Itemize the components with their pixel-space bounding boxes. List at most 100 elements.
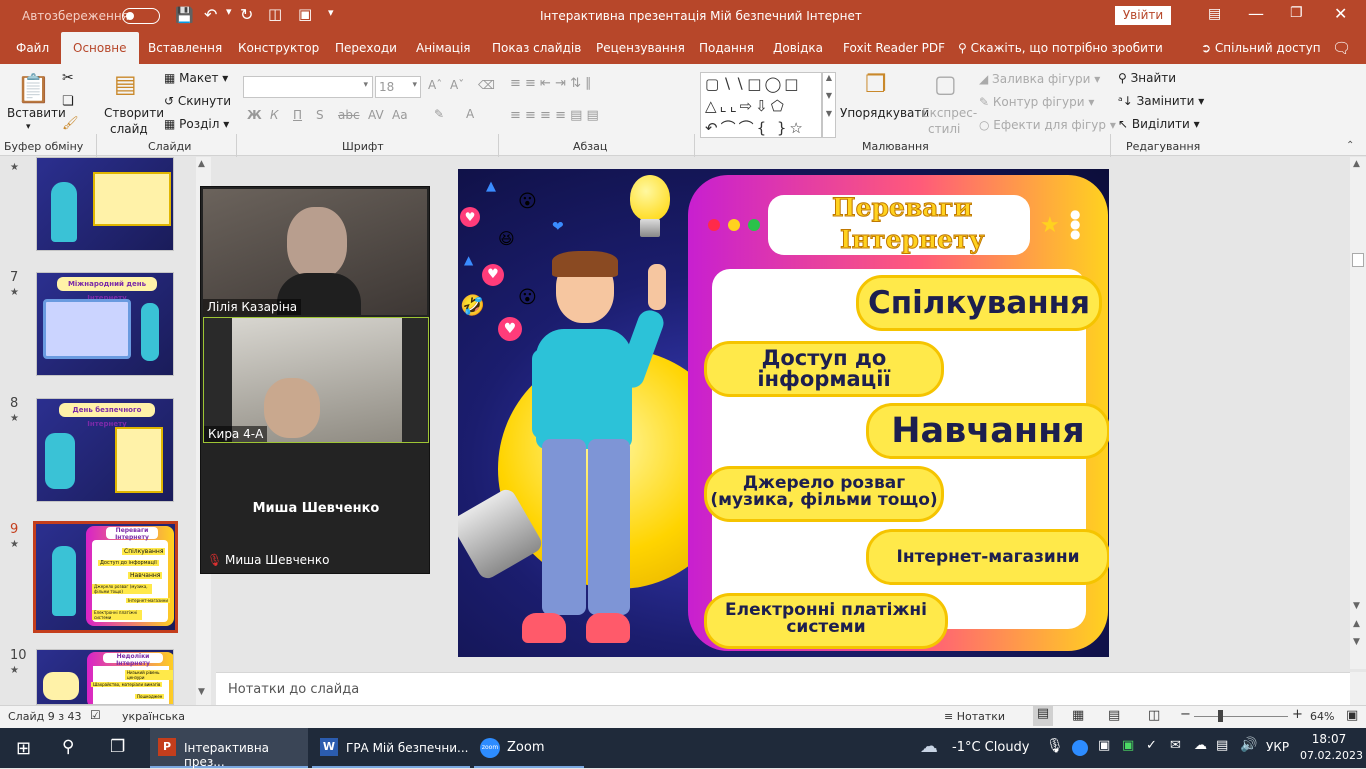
fit-to-window-icon[interactable]: ▣	[1346, 708, 1358, 723]
taskbar-app-zoom[interactable]: zoom Zoom	[474, 728, 584, 768]
new-slide-icon[interactable]: ▤	[114, 70, 137, 98]
char-spacing-icon[interactable]: AV	[368, 108, 384, 122]
zoom-slider-thumb[interactable]	[1218, 710, 1223, 722]
close-icon[interactable]: ✕	[1334, 4, 1347, 23]
thumbnail-slide-8[interactable]: День безпечного Інтернету	[36, 398, 174, 502]
task-view-icon[interactable]: ❐	[110, 737, 125, 757]
previous-slide-icon[interactable]: ▲	[1353, 619, 1360, 629]
layout-button[interactable]: ▦ Макет ▾	[164, 71, 228, 85]
cut-icon[interactable]: ✂	[62, 70, 74, 86]
tab-insert[interactable]: Вставлення	[148, 32, 222, 64]
bubble-learning[interactable]: Навчання	[866, 403, 1109, 459]
tab-file[interactable]: Файл	[16, 32, 49, 64]
video-tile-2[interactable]: Кира 4-А	[203, 317, 429, 443]
tab-view[interactable]: Подання	[699, 32, 754, 64]
shape-fill-button[interactable]: ◢ Заливка фігури ▾	[979, 72, 1100, 86]
tab-home[interactable]: Основне	[61, 32, 139, 64]
find-button[interactable]: ⚲ Знайти	[1118, 71, 1176, 85]
comments-icon[interactable]: 🗨	[1332, 32, 1351, 64]
tab-slideshow[interactable]: Показ слайдів	[492, 32, 581, 64]
share-button[interactable]: ➲ Спільний доступ	[1201, 32, 1321, 64]
network-icon[interactable]: ▤	[1216, 738, 1228, 753]
scroll-up-icon[interactable]: ▲	[1353, 159, 1360, 169]
scroll-up-icon[interactable]: ▲	[198, 159, 205, 169]
slide-title-line-2[interactable]: Інтернету	[840, 225, 986, 255]
spellcheck-icon[interactable]: ☑	[90, 708, 101, 722]
highlight-icon[interactable]: ✎	[434, 107, 444, 121]
search-icon[interactable]: ⚲	[62, 737, 74, 757]
clock-date[interactable]: 07.02.2023	[1300, 749, 1363, 762]
select-button[interactable]: ↖ Виділити ▾	[1118, 117, 1200, 131]
taskbar-app-word[interactable]: W ГРА Мій безпечни...	[312, 728, 470, 768]
tray-icon[interactable]: ✉	[1170, 738, 1181, 753]
grow-font-icon[interactable]: Aˆ	[428, 78, 442, 92]
tab-review[interactable]: Рецензування	[596, 32, 685, 64]
zoom-slider[interactable]	[1194, 716, 1288, 717]
zoom-video-panel[interactable]: Лілія Казаріна Кира 4-А Миша Шевченко 🎙 …	[200, 186, 430, 574]
cloud-icon[interactable]: ☁	[920, 736, 938, 757]
scroll-thumb[interactable]	[1352, 253, 1364, 267]
bubble-payment-systems[interactable]: Електронні платіжні системи	[704, 593, 948, 649]
redo-icon[interactable]: ↻	[240, 5, 253, 24]
collapse-ribbon-icon[interactable]: ⌃	[1346, 140, 1354, 151]
bubble-entertainment[interactable]: Джерело розваг (музика, фільми тощо)	[704, 466, 944, 522]
font-size-combo[interactable]: 18 ▾	[375, 76, 421, 98]
tab-foxit[interactable]: Foxit Reader PDF	[843, 32, 945, 64]
zoom-level[interactable]: 64%	[1310, 710, 1334, 723]
autosave-toggle[interactable]	[122, 8, 160, 24]
bubble-communication[interactable]: Спілкування	[856, 275, 1102, 331]
arrange-button[interactable]: Упорядкувати	[840, 106, 929, 120]
reset-button[interactable]: ↺ Скинути	[164, 94, 231, 108]
tab-transitions[interactable]: Переходи	[335, 32, 397, 64]
sign-in-button[interactable]: Увійти	[1115, 6, 1171, 25]
font-color-icon[interactable]: A	[466, 107, 474, 121]
shapes-gallery-scroll[interactable]: ▲ ▼ ▼	[822, 72, 836, 138]
bullets-icon[interactable]: ≡ ≡ ⇤ ⇥ ⇅ ∥	[510, 76, 592, 91]
weather-text[interactable]: -1°C Cloudy	[952, 740, 1030, 755]
slide-canvas[interactable]: ♥ 😮 😆 ♥ 🤣 😮 ♥ ❤ ▲ ▲ Переваги Інтернету ★…	[458, 169, 1109, 657]
font-name-combo[interactable]: ▾	[243, 76, 373, 98]
tray-icon[interactable]: ✓	[1146, 738, 1157, 753]
slideshow-view-icon[interactable]: ◫	[1148, 708, 1160, 723]
restore-icon[interactable]: ❐	[1290, 5, 1303, 21]
thumbnail-slide-10[interactable]: Недоліки Інтернету Низький рівень цензур…	[36, 649, 174, 705]
align-icons[interactable]: ≡ ≡ ≡ ≡ ▤ ▤	[510, 108, 599, 123]
notes-pane[interactable]: Нотатки до слайда	[216, 672, 1350, 705]
thumbnail-slide-6[interactable]	[36, 157, 174, 251]
editor-scrollbar[interactable]: ▲ ▼ ▲ ▼	[1350, 157, 1366, 669]
windows-start-icon[interactable]: ⊞	[16, 738, 31, 759]
shape-outline-button[interactable]: ✎ Контур фігури ▾	[979, 95, 1094, 109]
shapes-gallery[interactable]: ▢∖∖□◯□ △⌞⌞⇨⇩⬠ ↶⌒⌒{ }☆	[700, 72, 822, 138]
thumbnail-slide-9[interactable]: Переваги Інтернету Спілкування Доступ до…	[33, 521, 178, 633]
tab-animations[interactable]: Анімація	[416, 32, 471, 64]
undo-dropdown-icon[interactable]: ▾	[226, 5, 232, 18]
save-icon[interactable]: 💾	[175, 6, 194, 24]
new-slide-button[interactable]: Створити	[104, 106, 164, 120]
shrink-font-icon[interactable]: Aˇ	[450, 78, 464, 92]
paste-icon[interactable]: 📋	[16, 72, 51, 105]
bubble-online-shops[interactable]: Інтернет-магазини	[866, 529, 1109, 585]
strikethrough-icon[interactable]: abc	[338, 108, 360, 122]
tray-icon[interactable]: ▣	[1098, 738, 1110, 753]
notes-toggle[interactable]: ≡ Нотатки	[944, 710, 1005, 723]
tray-icon[interactable]: ▣	[1122, 738, 1134, 753]
italic-button[interactable]: К	[270, 108, 279, 122]
video-tile-3[interactable]: Миша Шевченко 🎙 Миша Шевченко	[203, 445, 429, 571]
slide-sorter-icon[interactable]: ▦	[1072, 708, 1084, 723]
present-icon[interactable]: ◫	[268, 5, 282, 23]
onedrive-icon[interactable]: ☁	[1194, 738, 1207, 753]
taskbar-app-powerpoint[interactable]: P Інтерактивна през...	[150, 728, 308, 769]
thumbnail-slide-7[interactable]: Міжнародний день Інтернету	[36, 272, 174, 376]
copy-icon[interactable]: ❏	[62, 94, 74, 109]
shadow-button[interactable]: S	[316, 108, 324, 122]
microphone-icon[interactable]: 🎙	[1046, 738, 1064, 754]
customize-qat-icon[interactable]: ▾	[328, 6, 334, 19]
quick-styles-button[interactable]: Експрес-	[922, 106, 977, 120]
arrange-icon[interactable]: ❐	[865, 70, 887, 98]
zoom-tray-icon[interactable]	[1072, 740, 1088, 756]
clear-format-icon[interactable]: ⌫	[478, 78, 495, 92]
next-slide-icon[interactable]: ▼	[1353, 637, 1360, 647]
reading-view-icon[interactable]: ▤	[1108, 708, 1120, 723]
zoom-out-icon[interactable]: −	[1180, 707, 1191, 722]
undo-icon[interactable]: ↶	[204, 5, 217, 24]
